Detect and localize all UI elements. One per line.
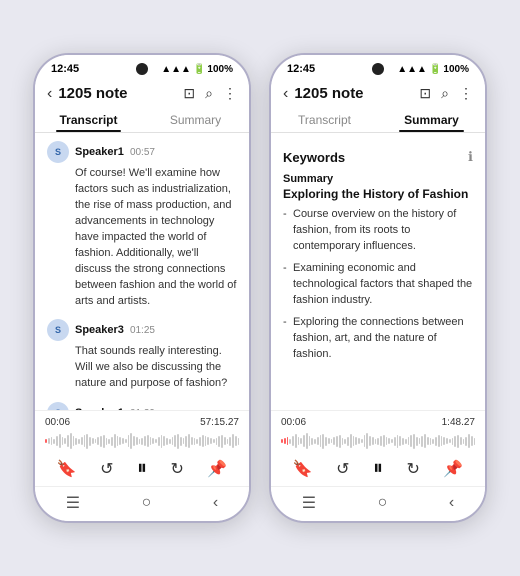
- more-icon-left[interactable]: ⋮: [223, 85, 237, 102]
- camera-notch-right: [372, 63, 384, 75]
- summary-bullet-0: Course overview on the history of fashio…: [283, 207, 473, 255]
- summary-bullet-2: Exploring the connections between fashio…: [283, 315, 473, 363]
- transcript-entry-0: S Speaker1 00:57 Of course! We'll examin…: [47, 141, 237, 309]
- pause-control-right[interactable]: ⏸: [373, 457, 383, 480]
- note-title-right: 1205 note: [294, 85, 413, 102]
- battery-pct-left: 100%: [207, 64, 233, 75]
- header-icons-right: ⊡ ⌕ ⋮: [419, 85, 473, 102]
- phone-left: 12:45 ▲▲▲ 🔋 100% ‹ 1205 note ⊡ ⌕ ⋮ Trans…: [33, 53, 251, 523]
- status-icons-left: ▲▲▲ 🔋 100%: [161, 64, 233, 75]
- transcript-text-1: That sounds really interesting. Will we …: [47, 344, 237, 392]
- avatar-s3-0: S: [47, 319, 69, 341]
- keywords-row: Keywords ℹ: [283, 149, 473, 165]
- phone-right: 12:45 ▲▲▲ 🔋 100% ‹ 1205 note ⊡ ⌕ ⋮ Trans…: [269, 53, 487, 523]
- transcript-content-left: S Speaker1 00:57 Of course! We'll examin…: [35, 133, 249, 410]
- bookmark-icon-left[interactable]: ⊡: [183, 85, 195, 102]
- battery-icon-left: 🔋: [193, 64, 205, 75]
- bookmark-end-right[interactable]: 📌: [443, 459, 463, 479]
- info-icon[interactable]: ℹ: [468, 149, 473, 165]
- speaker-row-2: S Speaker1 01:39: [47, 402, 237, 410]
- keywords-label: Keywords: [283, 150, 345, 165]
- total-time-left: 57:15.27: [200, 417, 239, 428]
- speaker-row-0: S Speaker1 00:57: [47, 141, 237, 163]
- battery-pct-right: 100%: [443, 64, 469, 75]
- bookmark-icon-right[interactable]: ⊡: [419, 85, 431, 102]
- nav-back-left[interactable]: ‹: [213, 494, 218, 512]
- signal-icon-right: ▲▲▲: [397, 64, 427, 75]
- nav-home-left[interactable]: ○: [142, 494, 152, 512]
- more-icon-right[interactable]: ⋮: [459, 85, 473, 102]
- header-right: ‹ 1205 note ⊡ ⌕ ⋮: [271, 79, 485, 106]
- forward-control-right[interactable]: ↻: [406, 459, 419, 479]
- audio-time-row-right: 00:06 1:48.27: [281, 417, 475, 428]
- transcript-text-0: Of course! We'll examine how factors suc…: [47, 166, 237, 309]
- audio-time-row-left: 00:06 57:15.27: [45, 417, 239, 428]
- camera-notch: [136, 63, 148, 75]
- total-time-right: 1:48.27: [442, 417, 475, 428]
- status-time-left: 12:45: [51, 63, 79, 75]
- speaker-name-1: Speaker3: [75, 324, 124, 336]
- note-title-left: 1205 note: [58, 85, 177, 102]
- nav-home-right[interactable]: ○: [378, 494, 388, 512]
- back-button-right[interactable]: ‹: [283, 86, 288, 102]
- audio-controls-right: 🔖 ↺ ⏸ ↻ 📌: [281, 455, 475, 482]
- tab-transcript-left[interactable]: Transcript: [35, 106, 142, 132]
- nav-menu-left[interactable]: ☰: [66, 493, 80, 513]
- tab-summary-right[interactable]: Summary: [378, 106, 485, 132]
- header-left: ‹ 1205 note ⊡ ⌕ ⋮: [35, 79, 249, 106]
- search-icon-right[interactable]: ⌕: [441, 85, 449, 102]
- audio-bar-left: 00:06 57:15.27 (function(){ const height…: [35, 410, 249, 486]
- status-time-right: 12:45: [287, 63, 315, 75]
- nav-back-right[interactable]: ‹: [449, 494, 454, 512]
- nav-menu-right[interactable]: ☰: [302, 493, 316, 513]
- tab-bar-left: Transcript Summary: [35, 106, 249, 133]
- summary-heading: Exploring the History of Fashion: [283, 187, 473, 201]
- bookmark-end-left[interactable]: 📌: [207, 459, 227, 479]
- header-icons-left: ⊡ ⌕ ⋮: [183, 85, 237, 102]
- avatar-s1-1: S: [47, 402, 69, 410]
- waveform-right[interactable]: (function(){ const heights = [4,6,8,5,10…: [281, 431, 475, 451]
- nav-bar-right: ☰ ○ ‹: [271, 486, 485, 521]
- speaker-time-1: 01:25: [130, 325, 155, 336]
- rewind-control-right[interactable]: ↺: [336, 459, 349, 479]
- tab-bar-right: Transcript Summary: [271, 106, 485, 133]
- status-icons-right: ▲▲▲ 🔋 100%: [397, 64, 469, 75]
- summary-bullet-1: Examining economic and technological fac…: [283, 261, 473, 309]
- audio-controls-left: 🔖 ↺ ⏸ ↻ 📌: [45, 455, 239, 482]
- pause-control-left[interactable]: ⏸: [137, 457, 147, 480]
- search-icon-left[interactable]: ⌕: [205, 85, 213, 102]
- avatar-s1-0: S: [47, 141, 69, 163]
- summary-title-label: Summary: [283, 173, 473, 185]
- nav-bar-left: ☰ ○ ‹: [35, 486, 249, 521]
- bookmark-control-left[interactable]: 🔖: [57, 459, 77, 479]
- bookmark-control-right[interactable]: 🔖: [293, 459, 313, 479]
- summary-section: Keywords ℹ Summary Exploring the History…: [283, 141, 473, 372]
- speaker-row-1: S Speaker3 01:25: [47, 319, 237, 341]
- current-time-right: 00:06: [281, 417, 306, 428]
- speaker-name-0: Speaker1: [75, 146, 124, 158]
- current-time-left: 00:06: [45, 417, 70, 428]
- speaker-time-0: 00:57: [130, 147, 155, 158]
- back-button-left[interactable]: ‹: [47, 86, 52, 102]
- tab-transcript-right[interactable]: Transcript: [271, 106, 378, 132]
- audio-bar-right: 00:06 1:48.27 (function(){ const heights…: [271, 410, 485, 486]
- waveform-left[interactable]: (function(){ const heights = [4,6,8,5,10…: [45, 431, 239, 451]
- summary-list: Course overview on the history of fashio…: [283, 207, 473, 362]
- summary-content-right: Keywords ℹ Summary Exploring the History…: [271, 133, 485, 410]
- tab-summary-left[interactable]: Summary: [142, 106, 249, 132]
- rewind-control-left[interactable]: ↺: [100, 459, 113, 479]
- signal-icon-left: ▲▲▲: [161, 64, 191, 75]
- forward-control-left[interactable]: ↻: [170, 459, 183, 479]
- transcript-entry-2: S Speaker1 01:39 Absolutely! The nature …: [47, 402, 237, 410]
- battery-icon-right: 🔋: [429, 64, 441, 75]
- transcript-entry-1: S Speaker3 01:25 That sounds really inte…: [47, 319, 237, 392]
